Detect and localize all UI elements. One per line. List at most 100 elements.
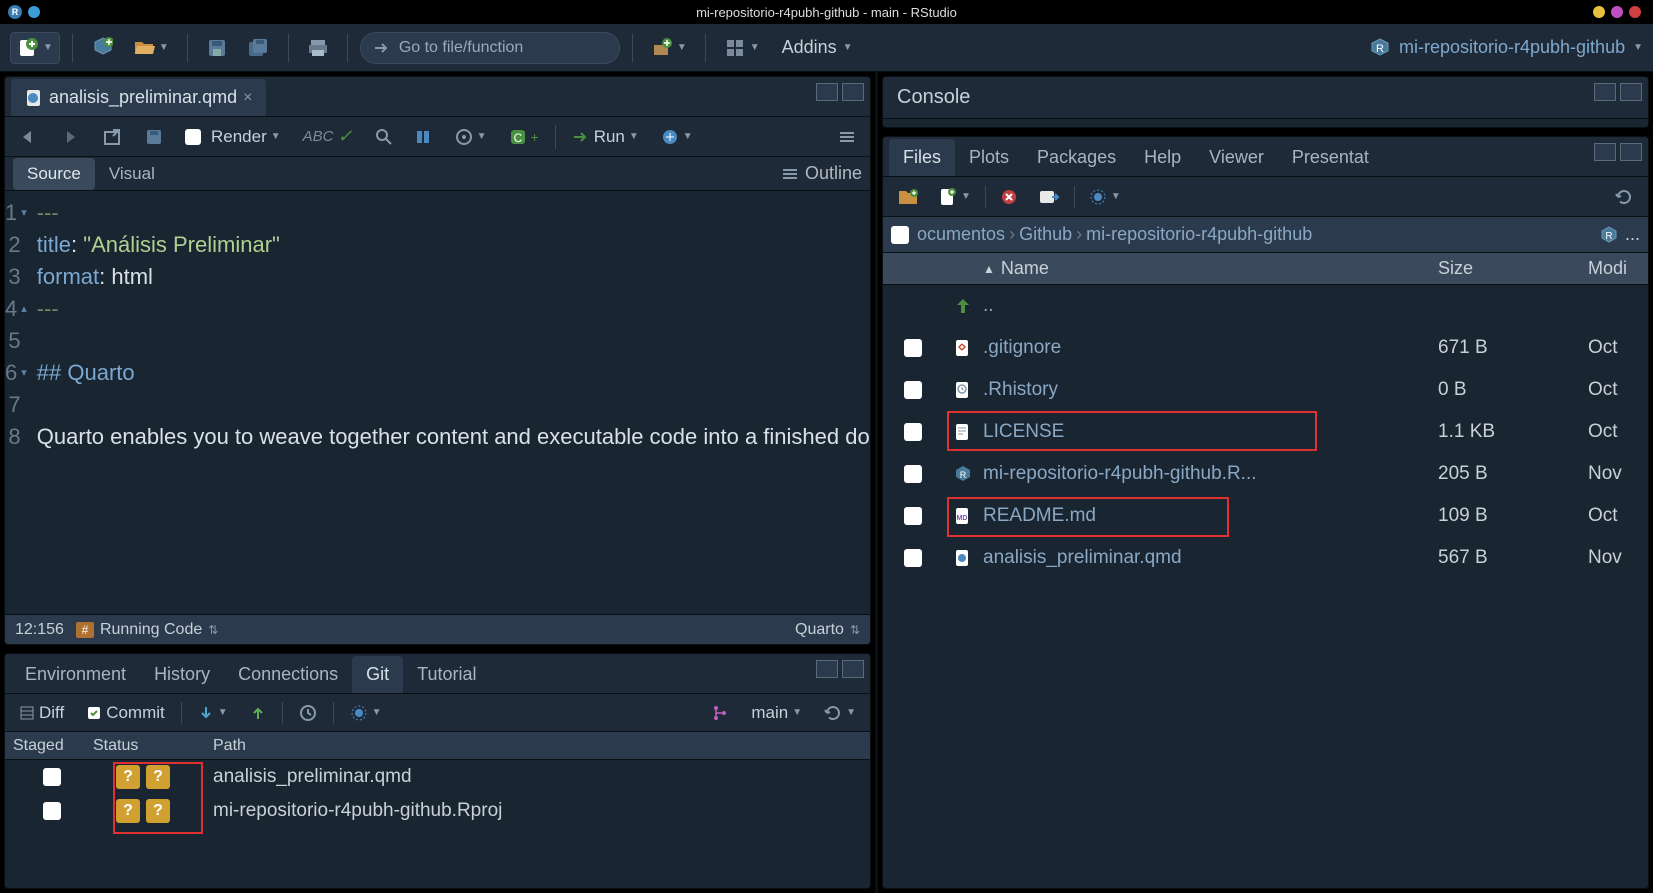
outline-button[interactable]: Outline <box>781 163 862 184</box>
git-row[interactable]: ?? mi-repositorio-r4pubh-github.Rproj <box>5 794 870 828</box>
minimize-pane-icon[interactable] <box>816 83 838 101</box>
file-row[interactable]: MD README.md 109 B Oct <box>883 495 1648 537</box>
run-button[interactable]: Run ▼ <box>566 123 645 151</box>
section-indicator[interactable]: # Running Code ⇅ <box>76 621 218 639</box>
refresh-git-button[interactable]: ▼ <box>818 700 862 726</box>
visual-mode-tab[interactable]: Visual <box>95 158 169 190</box>
new-project-button[interactable] <box>85 32 119 64</box>
file-checkbox[interactable] <box>904 507 922 525</box>
project-selector[interactable]: R mi-repositorio-r4pubh-github ▼ <box>1369 37 1643 59</box>
maximize-pane-icon[interactable] <box>1620 83 1642 101</box>
file-row[interactable]: .gitignore 671 B Oct <box>883 327 1648 369</box>
save-doc-button[interactable] <box>139 124 169 150</box>
print-icon <box>307 37 329 59</box>
save-icon <box>206 37 228 59</box>
col-name[interactable]: ▲Name <box>983 258 1438 279</box>
file-checkbox[interactable] <box>904 339 922 357</box>
delete-button[interactable] <box>994 184 1024 210</box>
print-button[interactable] <box>301 32 335 64</box>
breadcrumb-item[interactable]: Github <box>1019 224 1072 245</box>
tab-plots[interactable]: Plots <box>955 139 1023 176</box>
file-checkbox[interactable] <box>904 465 922 483</box>
file-up-dir[interactable]: .. <box>883 285 1648 327</box>
stage-checkbox[interactable] <box>43 768 61 786</box>
open-file-button[interactable]: ▼ <box>127 32 175 64</box>
save-all-button[interactable] <box>242 32 276 64</box>
col-status[interactable]: Status <box>93 737 193 755</box>
minimize-pane-icon[interactable] <box>1594 83 1616 101</box>
insert-button[interactable] <box>409 125 439 149</box>
spellcheck-button[interactable]: ABC✓ <box>297 122 359 151</box>
tab-connections[interactable]: Connections <box>224 656 352 693</box>
rename-button[interactable] <box>1032 185 1066 209</box>
render-button[interactable]: Render ▼ <box>179 123 287 151</box>
code-editor[interactable]: 1▾ 2 3 4▴ 5 6▾ 7 8 --- title: "Análisis … <box>5 191 870 614</box>
git-more-button[interactable]: ▼ <box>344 700 388 726</box>
window-maximize-icon[interactable] <box>1611 6 1623 18</box>
window-close-icon[interactable] <box>1629 6 1641 18</box>
minimize-pane-icon[interactable] <box>816 660 838 678</box>
nav-back-button[interactable] <box>13 125 45 149</box>
close-tab-icon[interactable]: × <box>243 89 252 107</box>
tab-help[interactable]: Help <box>1130 139 1195 176</box>
col-staged[interactable]: Staged <box>5 737 93 755</box>
breadcrumb-item[interactable]: mi-repositorio-r4pubh-github <box>1086 224 1312 245</box>
show-in-new-window-button[interactable] <box>97 124 129 150</box>
file-checkbox[interactable] <box>904 423 922 441</box>
rproject-hex-icon[interactable]: R <box>1599 225 1619 245</box>
tab-git[interactable]: Git <box>352 656 403 693</box>
diff-button[interactable]: Diff <box>13 699 70 727</box>
git-row[interactable]: ?? analisis_preliminar.qmd <box>5 760 870 794</box>
files-breadcrumb[interactable]: ocumentos › Github › mi-repositorio-r4pu… <box>883 217 1648 253</box>
refresh-files-button[interactable] <box>1608 183 1640 211</box>
more-button[interactable] <box>832 126 862 148</box>
commit-button[interactable]: Commit <box>80 699 171 727</box>
file-row[interactable]: analisis_preliminar.qmd 567 B Nov <box>883 537 1648 579</box>
stage-checkbox[interactable] <box>43 802 61 820</box>
files-more-button[interactable]: ▼ <box>1083 184 1127 210</box>
settings-button[interactable]: ▼ <box>449 124 493 150</box>
new-folder-button[interactable] <box>891 184 925 210</box>
insert-chunk-button[interactable]: C+ <box>503 124 545 150</box>
tab-presentation[interactable]: Presentat <box>1278 139 1383 176</box>
save-button[interactable] <box>200 32 234 64</box>
file-row[interactable]: .Rhistory 0 B Oct <box>883 369 1648 411</box>
maximize-pane-icon[interactable] <box>842 83 864 101</box>
file-checkbox[interactable] <box>904 381 922 399</box>
col-modified[interactable]: Modi <box>1588 258 1648 279</box>
window-minimize-icon[interactable] <box>1593 6 1605 18</box>
col-size[interactable]: Size <box>1438 258 1588 279</box>
tab-history[interactable]: History <box>140 656 224 693</box>
tab-packages[interactable]: Packages <box>1023 139 1130 176</box>
file-row[interactable]: R mi-repositorio-r4pubh-github.R... 205 … <box>883 453 1648 495</box>
publish-button[interactable]: ▼ <box>655 124 699 150</box>
breadcrumb-item[interactable]: ocumentos <box>917 224 1005 245</box>
maximize-pane-icon[interactable] <box>1620 143 1642 161</box>
goto-file-input[interactable]: Go to file/function <box>360 32 620 64</box>
push-button[interactable] <box>244 701 272 725</box>
source-file-tab[interactable]: analisis_preliminar.qmd × <box>11 79 266 116</box>
maximize-pane-icon[interactable] <box>842 660 864 678</box>
branch-icon-button[interactable] <box>705 700 735 726</box>
minimize-pane-icon[interactable] <box>1594 143 1616 161</box>
tab-viewer[interactable]: Viewer <box>1195 139 1278 176</box>
grid-button[interactable]: ▼ <box>718 32 766 64</box>
history-button[interactable] <box>293 700 323 726</box>
pull-button[interactable]: ▼ <box>192 701 234 725</box>
filetype-indicator[interactable]: Quarto ⇅ <box>795 621 860 639</box>
file-checkbox[interactable] <box>904 549 922 567</box>
file-row[interactable]: LICENSE 1.1 KB Oct <box>883 411 1648 453</box>
branch-selector[interactable]: main▼ <box>745 699 808 727</box>
new-file-button[interactable]: ▼ <box>10 32 60 64</box>
tools-button[interactable]: ▼ <box>645 32 693 64</box>
addins-button[interactable]: Addins ▼ <box>774 37 861 58</box>
nav-forward-button[interactable] <box>55 125 87 149</box>
source-mode-tab[interactable]: Source <box>13 158 95 190</box>
tab-files[interactable]: Files <box>889 139 955 176</box>
tab-environment[interactable]: Environment <box>11 656 140 693</box>
tab-tutorial[interactable]: Tutorial <box>403 656 490 693</box>
col-path[interactable]: Path <box>193 737 870 755</box>
find-button[interactable] <box>369 124 399 150</box>
new-blank-file-button[interactable]: ▼ <box>933 183 977 211</box>
select-all-checkbox[interactable] <box>891 226 909 244</box>
